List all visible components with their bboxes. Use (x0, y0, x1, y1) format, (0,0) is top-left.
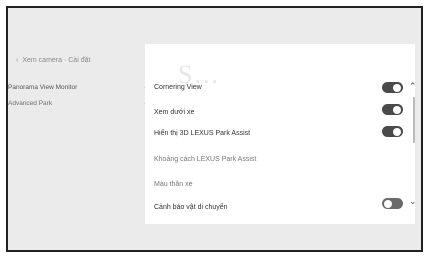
sidebar-item-label: Panorama View Monitor (8, 83, 78, 91)
chevron-up-icon[interactable]: ⌃ (409, 81, 417, 92)
setting-label: Cảnh báo vật di chuyển (154, 203, 228, 211)
sidebar-item-label: Advanced Park (8, 99, 53, 107)
toggle-canh-bao-vat-di-chuyen[interactable] (382, 198, 403, 209)
chevron-down-icon[interactable]: ⌄ (409, 196, 417, 207)
breadcrumb-text: Xem camera · Cài đặt (22, 57, 91, 64)
setting-row-xem-duoi-xe[interactable]: Xem dưới xe (154, 103, 394, 121)
sidebar-item-panorama-view-monitor[interactable]: Panorama View Monitor – (6, 79, 152, 95)
setting-label: Xem dưới xe (154, 108, 195, 116)
sidebar: Panorama View Monitor – Advanced Park – (6, 79, 152, 111)
toggle-cornering-view[interactable] (382, 82, 403, 93)
setting-row-mau-than-xe[interactable]: Màu thân xe (154, 175, 394, 193)
setting-row-canh-bao-vat-di-chuyen[interactable]: Cảnh báo vật di chuyển (154, 198, 394, 216)
setting-label: Màu thân xe (154, 180, 193, 188)
setting-label: Hiển thị 3D LEXUS Park Assist (154, 129, 251, 137)
breadcrumb[interactable]: ‹ Xem camera · Cài đặt (16, 57, 90, 64)
toggle-xem-duoi-xe[interactable] (382, 104, 403, 115)
sidebar-item-advanced-park[interactable]: Advanced Park – (6, 95, 152, 111)
toggle-3d-lexus-park-assist[interactable] (382, 126, 403, 137)
scrollbar[interactable] (413, 97, 415, 143)
setting-row-khoang-cach-lexus-park-assist[interactable]: Khoảng cách LEXUS Park Assist (154, 150, 394, 168)
setting-row-cornering-view[interactable]: Cornering View (154, 78, 394, 96)
setting-row-3d-lexus-park-assist[interactable]: Hiển thị 3D LEXUS Park Assist (154, 124, 394, 142)
setting-label: Khoảng cách LEXUS Park Assist (154, 155, 257, 163)
setting-label: Cornering View (154, 83, 202, 91)
chevron-left-icon[interactable]: ‹ (16, 57, 18, 64)
